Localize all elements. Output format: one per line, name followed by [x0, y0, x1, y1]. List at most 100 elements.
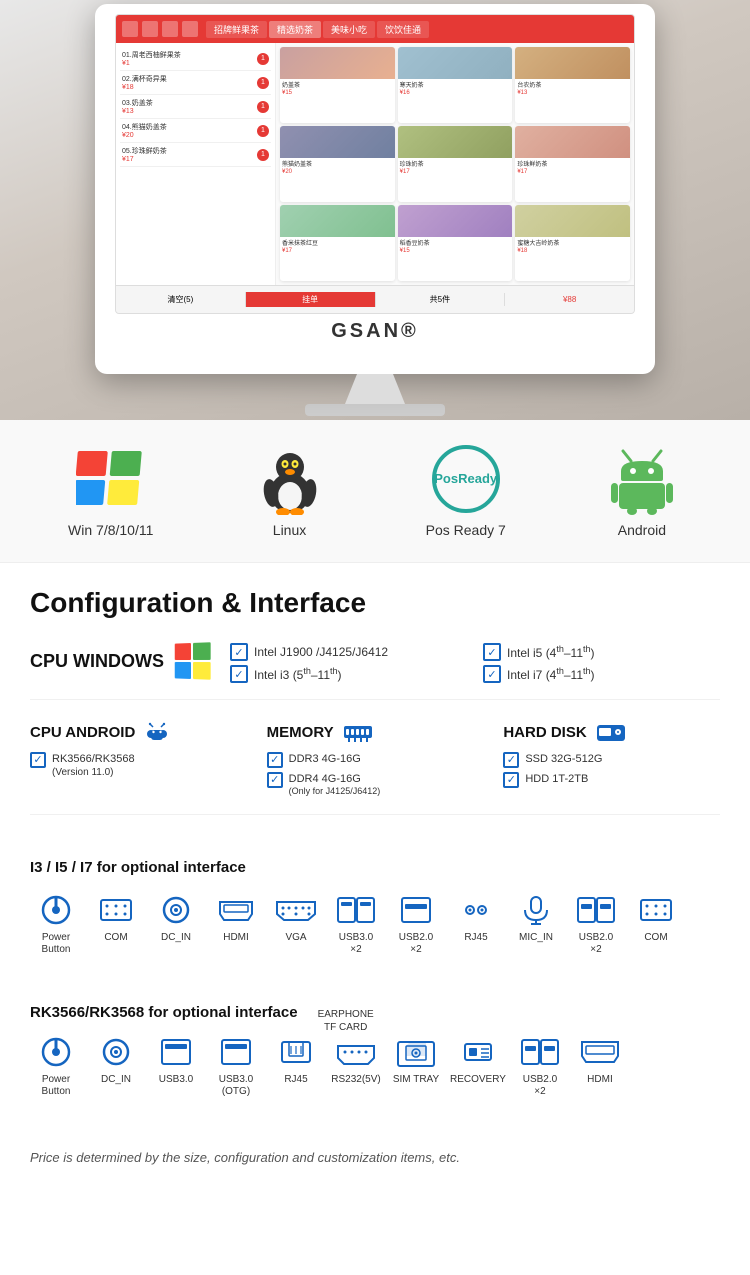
- pos-screen: 招牌鲜果茶 精选奶茶 美味小吃 饮饮佳通 01.周老西柚鲜果茶¥11 02.满杯…: [115, 14, 635, 314]
- rk-rs232-icon: [334, 1034, 378, 1070]
- cpu-option-2: Intel i5 (4th–11th): [483, 643, 720, 661]
- dc-icon: [154, 892, 198, 928]
- usb3-icon-1: [334, 892, 378, 928]
- rk-interface-icons: PowerButton DC_IN USB3.0: [30, 1034, 720, 1098]
- usb3-label-1: USB3.0×2: [339, 932, 373, 956]
- cpu-windows-label: CPU WINDOWS: [30, 643, 230, 679]
- rk-hdmi-icon: [578, 1034, 622, 1070]
- com-icon-2: [634, 892, 678, 928]
- hard-disk-options: SSD 32G-512G HDD 1T-2TB: [503, 752, 720, 788]
- vga-label: VGA: [285, 932, 306, 944]
- hard-disk-label: HARD DISK: [503, 720, 720, 744]
- hd-check-1: [503, 752, 519, 768]
- cpu-option-4: Intel i7 (4th–11th): [483, 665, 720, 683]
- vga-icon: [274, 892, 318, 928]
- rk-header: RK3566/RK3568 for optional interface EAR…: [30, 1004, 720, 1034]
- iface-power-btn: PowerButton: [30, 892, 82, 956]
- rj45-icon-1: [454, 892, 498, 928]
- rj45-label-1: RJ45: [464, 932, 487, 944]
- rk-sim-label: SIM TRAY: [393, 1074, 439, 1086]
- cpu-android-label: CPU ANDROID: [30, 720, 247, 744]
- hd-check-2: [503, 772, 519, 788]
- os-item-linux: Linux: [250, 444, 330, 538]
- rk-dc-label: DC_IN: [101, 1074, 131, 1086]
- hdmi-icon-1: [214, 892, 258, 928]
- rk-usb3: USB3.0: [150, 1034, 202, 1086]
- android-check: [30, 752, 46, 768]
- com-icon-1: [94, 892, 138, 928]
- rk-sim-icon: [394, 1034, 438, 1070]
- i3-interface-icons: PowerButton COM: [30, 892, 720, 956]
- pos-hero-image: 招牌鲜果茶 精选奶茶 美味小吃 饮饮佳通 01.周老西柚鲜果茶¥11 02.满杯…: [0, 0, 750, 420]
- rk-power-icon: [34, 1034, 78, 1070]
- spec-three-row: CPU ANDROID RK3566/RK3568(Vers: [30, 720, 720, 815]
- rk-title: RK3566/RK3568 for optional interface: [30, 1004, 298, 1021]
- checkbox-1: [230, 643, 248, 661]
- memory-check-1: [267, 752, 283, 768]
- rk-usb3-otg: USB3.0(OTG): [210, 1034, 262, 1098]
- os-item-windows: Win 7/8/10/11: [68, 444, 153, 538]
- memory-check-2: [267, 772, 283, 788]
- cpu-windows-options: Intel J1900 /J4125/J6412 Intel i5 (4th–1…: [230, 643, 720, 683]
- rk-usb2-icon: [518, 1034, 562, 1070]
- usb2-icon-2: [574, 892, 618, 928]
- rk-power-label: PowerButton: [42, 1074, 71, 1098]
- iface-mic: MIC_IN: [510, 892, 562, 944]
- hard-disk-text: HARD DISK: [503, 724, 586, 741]
- os-options-section: Win 7/8/10/11: [0, 420, 750, 563]
- rk-usb3-icon: [154, 1034, 198, 1070]
- iface-rj45-1: RJ45: [450, 892, 502, 944]
- com-label-2: COM: [644, 932, 667, 944]
- mic-icon: [514, 892, 558, 928]
- rk-usb2-label: USB2.0×2: [523, 1074, 557, 1098]
- hdmi-label-1: HDMI: [223, 932, 249, 944]
- config-section: Configuration & Interface CPU WINDOWS In…: [0, 563, 750, 851]
- checkbox-3: [230, 665, 248, 683]
- mic-label: MIC_IN: [519, 932, 553, 944]
- iface-usb2-2: USB2.0×2: [570, 892, 622, 956]
- windows-icon: [71, 444, 151, 514]
- linux-icon: [250, 444, 330, 514]
- memory-option-1: DDR3 4G-16G: [267, 752, 484, 768]
- cpu-option-1: Intel J1900 /J4125/J6412: [230, 643, 467, 661]
- usb2-label-2: USB2.0×2: [579, 932, 613, 956]
- memory-label: MEMORY: [267, 720, 484, 744]
- iface-usb3-1: USB3.0×2: [330, 892, 382, 956]
- iface-com-2: COM: [630, 892, 682, 944]
- i3-interface-section: I3 / I5 / I7 for optional interface Powe…: [0, 851, 750, 996]
- usb2-label-1: USB2.0×2: [399, 932, 433, 956]
- rk-usb3-otg-icon: [214, 1034, 258, 1070]
- footer-note: Price is determined by the size, configu…: [0, 1138, 750, 1185]
- cpu-windows-text: CPU WINDOWS: [30, 651, 164, 672]
- iface-com-1: COM: [90, 892, 142, 944]
- posready-icon: PosReady: [426, 444, 506, 514]
- iface-hdmi-1: HDMI: [210, 892, 262, 944]
- rk-interface-section: RK3566/RK3568 for optional interface EAR…: [0, 996, 750, 1138]
- rk-dc-icon: [94, 1034, 138, 1070]
- rk-rj45: RJ45: [270, 1034, 322, 1086]
- rk-hdmi: HDMI: [574, 1034, 626, 1086]
- com-label-1: COM: [104, 932, 127, 944]
- cpu-android-options: RK3566/RK3568(Version 11.0): [30, 752, 247, 779]
- checkbox-2: [483, 643, 501, 661]
- power-label: PowerButton: [42, 932, 71, 956]
- rk-dc: DC_IN: [90, 1034, 142, 1086]
- cpu-option-3: Intel i3 (5th–11th): [230, 665, 467, 683]
- rk-recovery-icon: [456, 1034, 500, 1070]
- config-title: Configuration & Interface: [30, 587, 720, 619]
- memory-options: DDR3 4G-16G DDR4 4G-16G(Only for J4125/J…: [267, 752, 484, 798]
- android-option-1: RK3566/RK3568(Version 11.0): [30, 752, 247, 779]
- iface-vga: VGA: [270, 892, 322, 944]
- hd-option-2: HDD 1T-2TB: [503, 772, 720, 788]
- linux-label: Linux: [273, 522, 306, 538]
- windows-label: Win 7/8/10/11: [68, 522, 153, 538]
- android-label: Android: [618, 522, 666, 538]
- cpu-android-text: CPU ANDROID: [30, 724, 135, 741]
- rk-rj45-icon: [274, 1034, 318, 1070]
- rk-power-btn: PowerButton: [30, 1034, 82, 1098]
- hard-disk-col: HARD DISK SSD 32G-512G HDD 1T-2TB: [503, 720, 720, 788]
- memory-col: MEMORY DDR3 4G-16G: [267, 720, 484, 798]
- rk-rs232-label: RS232(5V): [331, 1074, 380, 1086]
- dc-label: DC_IN: [161, 932, 191, 944]
- rk-sim-tray: SIM TRAY: [390, 1034, 442, 1086]
